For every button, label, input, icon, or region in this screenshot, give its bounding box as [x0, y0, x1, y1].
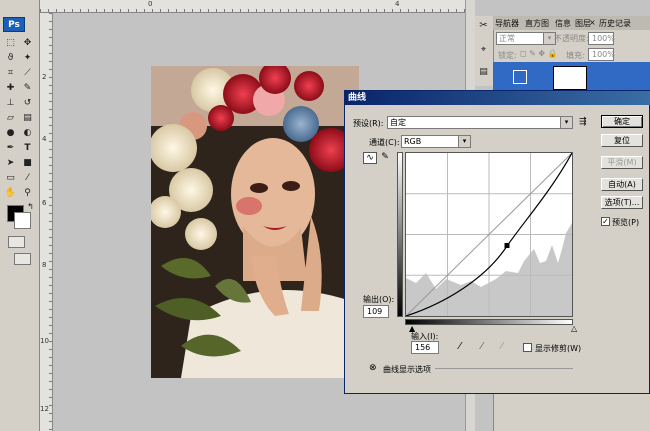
clone-stamp-icon[interactable]: ⊥ — [4, 97, 17, 109]
hand-tool-icon[interactable]: ✋ — [4, 187, 17, 199]
ruler-label: 2 — [42, 73, 47, 81]
panel-tab-bar: 导航器 直方图 信息 图层 × 历史记录 — [493, 16, 650, 30]
preview-label: 预览(P) — [612, 218, 640, 227]
channel-value: RGB — [404, 137, 422, 146]
ruler-vertical: 2 4 6 8 10 12 — [40, 13, 53, 431]
curve-graph[interactable] — [405, 152, 573, 317]
brush-tool-icon[interactable]: ✎ — [21, 82, 34, 94]
tools-palette: Ps ⬚ ✥ ϑ ✦ ⌗ ⟋ ✚ ✎ ⊥ ↺ ▱ ▤ ● ◐ ✒ T ➤ ■ ▭… — [0, 0, 40, 431]
pen-tool-icon[interactable]: ✒ — [4, 142, 17, 154]
expand-options-icon[interactable]: ⊗ — [369, 363, 377, 373]
layers-panel-icon[interactable]: ▤ — [477, 66, 490, 78]
ok-button[interactable]: 确定 — [601, 115, 643, 128]
preset-value: 自定 — [390, 118, 406, 127]
navigator-panel-icon[interactable]: ⌖ — [477, 44, 490, 56]
gradient-tool-icon[interactable]: ▤ — [21, 112, 34, 124]
tab-history[interactable]: 历史记录 — [599, 18, 631, 29]
tools-collapse-icon[interactable]: ✂ — [477, 20, 490, 32]
marquee-tool-icon[interactable]: ⬚ — [4, 37, 17, 49]
curves-dialog: 曲线 预设(R): 自定 ▾ ⇶ 通道(C): RGB ▾ ∿ ✎ ▲ △ 输出… — [344, 90, 650, 394]
black-eyedropper-icon[interactable]: ⁄ — [459, 341, 461, 352]
lock-icons[interactable]: ◻ ✎ ✥ 🔒 — [520, 49, 558, 58]
tab-navigator[interactable]: 导航器 — [495, 18, 519, 29]
fill-label: 填充: — [566, 51, 585, 60]
input-gradient-bar — [405, 319, 573, 325]
ruler-horizontal: 0 4 — [40, 0, 465, 13]
slice-tool-icon[interactable]: ⟋ — [21, 67, 34, 79]
blend-mode-select[interactable]: 正常 ▾ — [496, 32, 556, 45]
preset-select[interactable]: 自定 ▾ — [387, 116, 573, 129]
pencil-draw-icon[interactable]: ✎ — [379, 152, 391, 164]
canvas-image — [151, 66, 359, 378]
move-tool-icon[interactable]: ✥ — [21, 37, 34, 49]
layer-thumbnail — [553, 66, 587, 90]
magic-wand-icon[interactable]: ✦ — [21, 52, 34, 64]
chevron-down-icon: ▾ — [458, 136, 470, 147]
show-clipping-label: 显示修剪(W) — [535, 344, 582, 353]
options-button[interactable]: 选项(T)... — [601, 196, 643, 209]
show-clipping-checkbox[interactable] — [523, 343, 532, 352]
crop-tool-icon[interactable]: ⌗ — [4, 67, 17, 79]
white-point-slider-icon[interactable]: △ — [571, 325, 577, 333]
smooth-button[interactable]: 平滑(M) — [601, 156, 643, 169]
ruler-label: 4 — [42, 135, 47, 143]
history-brush-icon[interactable]: ↺ — [21, 97, 34, 109]
gray-eyedropper-icon[interactable]: ⁄ — [481, 341, 483, 352]
healing-brush-icon[interactable]: ✚ — [4, 82, 17, 94]
output-field[interactable]: 109 — [363, 305, 389, 318]
fill-field[interactable]: 100% — [588, 48, 615, 61]
ruler-label: 4 — [395, 0, 400, 8]
standard-mode-button[interactable] — [8, 236, 25, 248]
preset-options-icon[interactable]: ⇶ — [579, 117, 587, 127]
blur-tool-icon[interactable]: ● — [4, 127, 17, 139]
panel-icon-strip: ✂ ⌖ ▤ — [475, 16, 493, 86]
channel-select[interactable]: RGB ▾ — [401, 135, 471, 148]
eraser-tool-icon[interactable]: ▱ — [4, 112, 17, 124]
input-field[interactable]: 156 — [411, 341, 439, 354]
divider — [435, 368, 573, 369]
curve-point-tool-icon[interactable]: ∿ — [363, 152, 377, 164]
tab-histogram[interactable]: 直方图 — [525, 18, 549, 29]
blend-mode-value: 正常 — [499, 34, 515, 43]
dialog-title: 曲线 — [345, 91, 650, 105]
type-tool-icon[interactable]: T — [21, 142, 34, 154]
ruler-label: 10 — [40, 337, 49, 345]
background-color-swatch[interactable] — [14, 212, 31, 229]
output-gradient-bar — [397, 152, 403, 317]
curve-display-options-label: 曲线显示选项 — [383, 365, 431, 374]
zoom-tool-icon[interactable]: ⚲ — [21, 187, 34, 199]
opacity-label: 不透明度: — [554, 34, 589, 43]
opacity-field[interactable]: 100% — [588, 32, 615, 45]
path-selection-icon[interactable]: ➤ — [4, 157, 17, 169]
visibility-icon[interactable] — [513, 70, 527, 84]
ruler-label: 6 — [42, 199, 47, 207]
output-label: 输出(O): — [363, 295, 395, 304]
eyedropper-tool-icon[interactable]: ⁄ — [21, 172, 34, 184]
preview-checkbox[interactable]: ✓ — [601, 217, 610, 226]
notes-tool-icon[interactable]: ▭ — [4, 172, 17, 184]
close-icon[interactable]: × — [589, 18, 596, 27]
chevron-down-icon: ▾ — [560, 117, 572, 128]
shape-tool-icon[interactable]: ■ — [21, 157, 34, 169]
white-eyedropper-icon[interactable]: ⁄ — [501, 341, 503, 352]
screen-mode-button[interactable] — [14, 253, 31, 265]
ruler-label: 8 — [42, 261, 47, 269]
photoshop-logo: Ps — [3, 17, 25, 32]
lock-label: 锁定: — [498, 51, 517, 60]
lasso-tool-icon[interactable]: ϑ — [4, 52, 17, 64]
reset-button[interactable]: 复位 — [601, 134, 643, 147]
channel-label: 通道(C): — [369, 138, 400, 147]
swap-colors-icon[interactable]: ↰ — [24, 201, 37, 213]
auto-button[interactable]: 自动(A) — [601, 178, 643, 191]
dodge-tool-icon[interactable]: ◐ — [21, 127, 34, 139]
preset-label: 预设(R): — [353, 119, 384, 128]
ruler-label: 12 — [40, 405, 49, 413]
ruler-label: 0 — [148, 0, 153, 8]
tab-info[interactable]: 信息 — [555, 18, 571, 29]
